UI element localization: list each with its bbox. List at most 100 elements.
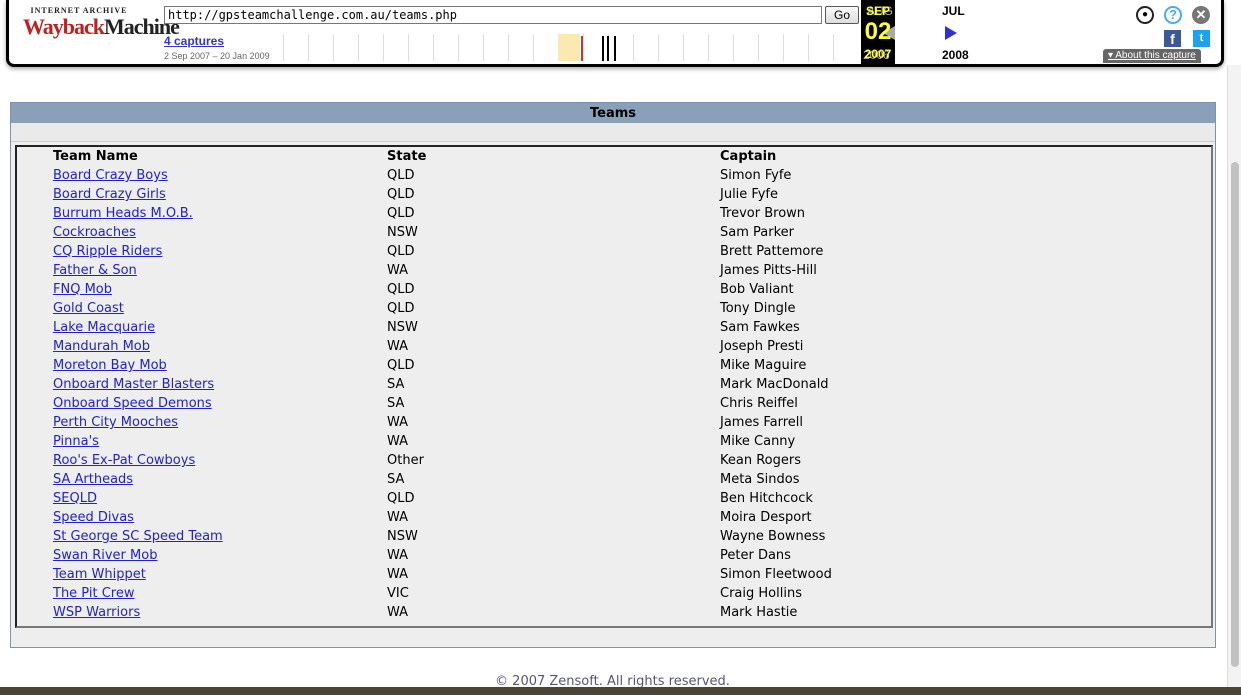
team-state: WA [387, 567, 409, 582]
team-state: QLD [387, 491, 415, 506]
current-year: 2007 [864, 47, 892, 61]
desktop-strip [0, 687, 1241, 695]
team-link[interactable]: Roo's Ex-Pat Cowboys [53, 453, 195, 468]
calendar-nav: AUG 2006 SEP 02 2007 JUL 2008 [861, 0, 971, 64]
wayback-logo[interactable]: INTERNET ARCHIVE WaybackMachine [23, 6, 180, 50]
table-row: Burrum Heads M.O.B. QLD Trevor Brown [17, 204, 1211, 223]
scrollbar[interactable] [1227, 65, 1241, 687]
team-link[interactable]: Father & Son [53, 263, 137, 278]
sparkline-year-divider [508, 34, 509, 61]
url-input[interactable]: http://gpsteamchallenge.com.au/teams.php [164, 6, 822, 24]
team-link[interactable]: Board Crazy Girls [53, 187, 166, 202]
teams-table: Team Name State Captain Board Crazy Boys… [15, 145, 1213, 628]
sparkline-year-divider [808, 34, 809, 61]
team-captain: Wayne Bowness [720, 529, 826, 544]
table-row: Moreton Bay Mob QLD Mike Maguire [17, 356, 1211, 375]
header-team-name: Team Name [53, 149, 138, 164]
team-link[interactable]: Moreton Bay Mob [53, 358, 167, 373]
table-row: Team Whippet WA Simon Fleetwood [17, 565, 1211, 584]
sparkline-current-year [558, 34, 580, 61]
sparkline-year-divider [308, 34, 309, 61]
team-captain: Simon Fyfe [720, 168, 792, 183]
about-capture-label: About this capture [1115, 50, 1196, 61]
team-link[interactable]: Burrum Heads M.O.B. [53, 206, 193, 221]
sparkline-year-divider [408, 34, 409, 61]
team-link[interactable]: Swan River Mob [53, 548, 157, 563]
team-link[interactable]: Board Crazy Boys [53, 168, 168, 183]
sparkline-capture-bar[interactable] [614, 36, 616, 61]
facebook-icon[interactable]: f [1164, 30, 1181, 47]
team-captain: Simon Fleetwood [720, 567, 832, 582]
table-row: Onboard Master Blasters SA Mark MacDonald [17, 375, 1211, 394]
capture-sparkline[interactable] [281, 34, 857, 61]
team-captain: Tony Dingle [720, 301, 796, 316]
help-icon[interactable]: ? [1164, 6, 1182, 24]
team-captain: Brett Pattemore [720, 244, 824, 259]
logo-wayback-machine-text: WaybackMachine [23, 15, 180, 39]
twitter-icon[interactable]: t [1193, 30, 1210, 47]
team-link[interactable]: Team Whippet [53, 567, 146, 582]
team-link[interactable]: Speed Divas [53, 510, 134, 525]
table-row: Swan River Mob WA Peter Dans [17, 546, 1211, 565]
team-link[interactable]: Pinna's [53, 434, 99, 449]
sparkline-capture-bar[interactable] [602, 36, 604, 61]
team-link[interactable]: The Pit Crew [53, 586, 134, 601]
team-captain: Mark MacDonald [720, 377, 829, 392]
sparkline-year-divider [708, 34, 709, 61]
sparkline-year-divider [733, 34, 734, 61]
team-link[interactable]: Onboard Speed Demons [53, 396, 212, 411]
team-captain: Moira Desport [720, 510, 812, 525]
sparkline-capture-bar[interactable] [581, 36, 583, 61]
team-state: QLD [387, 301, 415, 316]
team-state: NSW [387, 529, 418, 544]
team-link[interactable]: Perth City Mooches [53, 415, 178, 430]
team-captain: Kean Rogers [720, 453, 801, 468]
team-state: WA [387, 263, 409, 278]
team-link[interactable]: Onboard Master Blasters [53, 377, 214, 392]
captures-link[interactable]: 4 captures [164, 34, 224, 48]
sparkline-year-divider [458, 34, 459, 61]
user-icon[interactable]: ● [1136, 6, 1154, 24]
team-state: WA [387, 415, 409, 430]
sparkline-capture-bar[interactable] [607, 36, 609, 61]
next-year-label[interactable]: 2008 [942, 48, 969, 62]
team-link[interactable]: Gold Coast [53, 301, 124, 316]
sparkline-year-divider [658, 34, 659, 61]
team-state: WA [387, 339, 409, 354]
close-icon[interactable]: ✕ [1192, 6, 1210, 24]
team-link[interactable]: St George SC Speed Team [53, 529, 223, 544]
team-state: WA [387, 510, 409, 525]
team-state: QLD [387, 244, 415, 259]
header-captain: Captain [720, 149, 777, 164]
team-link[interactable]: SA Artheads [53, 472, 133, 487]
team-link[interactable]: SEQLD [53, 491, 97, 506]
table-row: Mandurah Mob WA Joseph Presti [17, 337, 1211, 356]
team-link[interactable]: CQ Ripple Riders [53, 244, 162, 259]
team-link[interactable]: FNQ Mob [53, 282, 112, 297]
team-state: NSW [387, 320, 418, 335]
next-month-label[interactable]: JUL [942, 4, 965, 18]
team-state: WA [387, 434, 409, 449]
current-month: SEP [865, 4, 890, 18]
team-state: QLD [387, 206, 415, 221]
team-state: QLD [387, 282, 415, 297]
about-capture-button[interactable]: ▾ About this capture [1103, 49, 1201, 63]
team-captain: Meta Sindos [720, 472, 800, 487]
team-captain: Craig Hollins [720, 586, 802, 601]
team-link[interactable]: Mandurah Mob [53, 339, 150, 354]
scrollbar-thumb[interactable] [1231, 162, 1239, 667]
next-capture-arrow-icon[interactable] [945, 26, 957, 40]
sparkline-year-divider [333, 34, 334, 61]
team-link[interactable]: WSP Warriors [53, 605, 140, 620]
table-row: WSP Warriors WA Mark Hastie [17, 603, 1211, 622]
table-row: Speed Divas WA Moira Desport [17, 508, 1211, 527]
sparkline-year-divider [283, 34, 284, 61]
go-button[interactable]: Go [825, 6, 859, 24]
team-captain: Mike Canny [720, 434, 796, 449]
table-row: SEQLD QLD Ben Hitchcock [17, 489, 1211, 508]
team-link[interactable]: Cockroaches [53, 225, 136, 240]
team-link[interactable]: Lake Macquarie [53, 320, 155, 335]
team-captain: Trevor Brown [720, 206, 806, 221]
table-row: Board Crazy Girls QLD Julie Fyfe [17, 185, 1211, 204]
table-row: Cockroaches NSW Sam Parker [17, 223, 1211, 242]
